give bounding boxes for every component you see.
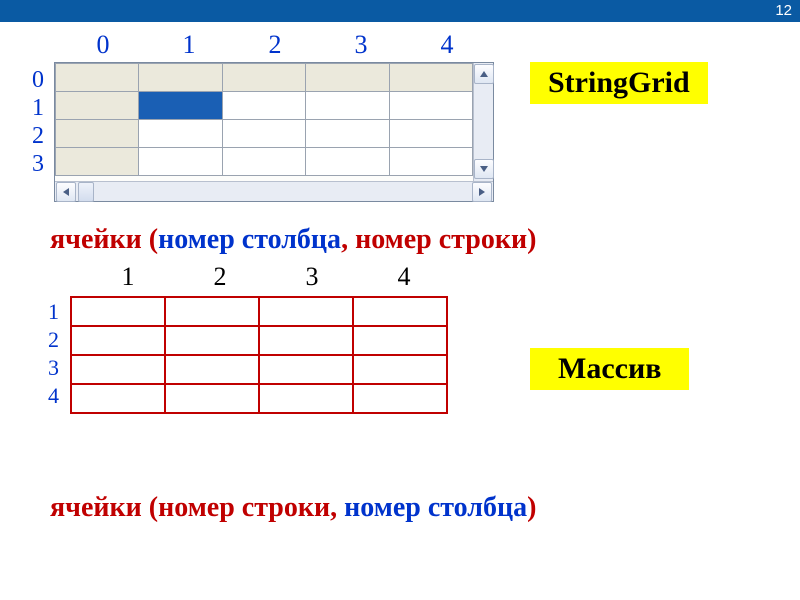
cell[interactable] — [389, 148, 472, 176]
row-label: 1 — [48, 298, 59, 326]
caption-text: номер столбца — [158, 224, 341, 255]
cell — [353, 355, 447, 384]
cell[interactable] — [139, 148, 222, 176]
cell[interactable] — [56, 92, 139, 120]
array-table-wrap — [70, 296, 448, 414]
cell[interactable] — [139, 120, 222, 148]
page-number: 12 — [775, 0, 792, 22]
header-bar: 12 — [0, 0, 800, 22]
cell[interactable] — [222, 148, 305, 176]
caption-text: ) — [527, 492, 536, 523]
cell-selected[interactable] — [139, 92, 222, 120]
cell — [353, 297, 447, 326]
stringgrid-label: StringGrid — [530, 62, 708, 104]
caption-text: , — [341, 224, 355, 255]
cell[interactable] — [56, 120, 139, 148]
row-label: 4 — [48, 382, 59, 410]
stringgrid-col-labels: 0 1 2 3 4 — [60, 30, 490, 60]
row-label: 2 — [32, 122, 44, 150]
row-label: 2 — [48, 326, 59, 354]
chevron-right-icon — [479, 188, 485, 196]
cell[interactable] — [389, 64, 472, 92]
stringgrid-body[interactable] — [55, 63, 473, 179]
cell[interactable] — [56, 64, 139, 92]
caption-text: номер строки — [355, 224, 527, 255]
cell — [71, 297, 165, 326]
cell — [259, 355, 353, 384]
caption-text: ячейки ( — [50, 492, 158, 523]
caption-text: ячейки ( — [50, 224, 158, 255]
caption-stringgrid: ячейки (номер столбца, номер строки) — [50, 224, 536, 256]
cell — [165, 384, 259, 413]
stringgrid-control[interactable] — [54, 62, 494, 202]
row-label: 3 — [32, 150, 44, 178]
col-label: 2 — [232, 30, 318, 60]
cell[interactable] — [306, 120, 389, 148]
caption-text: ) — [527, 224, 536, 255]
cell — [165, 297, 259, 326]
scrollbar-thumb[interactable] — [78, 182, 94, 202]
scroll-left-button[interactable] — [56, 182, 76, 202]
col-label: 0 — [60, 30, 146, 60]
horizontal-scrollbar[interactable] — [55, 181, 493, 201]
cell — [259, 326, 353, 355]
cell — [353, 326, 447, 355]
scroll-right-button[interactable] — [472, 182, 492, 202]
array-table — [70, 296, 448, 414]
cell — [71, 384, 165, 413]
scroll-down-button[interactable] — [474, 159, 494, 179]
caption-text: номер столбца — [344, 492, 527, 523]
cell[interactable] — [222, 64, 305, 92]
cell — [259, 297, 353, 326]
cell — [353, 384, 447, 413]
col-label: 1 — [82, 262, 174, 292]
cell[interactable] — [56, 148, 139, 176]
cell — [259, 384, 353, 413]
col-label: 4 — [358, 262, 450, 292]
col-label: 3 — [266, 262, 358, 292]
cell — [165, 326, 259, 355]
row-label: 1 — [32, 94, 44, 122]
chevron-up-icon — [480, 71, 488, 77]
stringgrid-table — [55, 63, 473, 176]
vertical-scrollbar[interactable] — [473, 63, 493, 181]
stringgrid-row-labels: 0 1 2 3 — [32, 66, 44, 178]
scroll-up-button[interactable] — [474, 64, 494, 84]
row-label: 0 — [32, 66, 44, 94]
array-row-labels: 1 2 3 4 — [48, 298, 59, 410]
array-col-labels: 1 2 3 4 — [82, 262, 450, 292]
cell[interactable] — [306, 148, 389, 176]
col-label: 1 — [146, 30, 232, 60]
cell[interactable] — [222, 92, 305, 120]
cell[interactable] — [139, 64, 222, 92]
cell[interactable] — [306, 92, 389, 120]
col-label: 2 — [174, 262, 266, 292]
row-label: 3 — [48, 354, 59, 382]
cell[interactable] — [306, 64, 389, 92]
cell — [71, 355, 165, 384]
caption-text: номер строки — [158, 492, 330, 523]
caption-text: , — [330, 492, 344, 523]
chevron-down-icon — [480, 166, 488, 172]
caption-array: ячейки (номер строки, номер столбца) — [50, 492, 536, 524]
cell[interactable] — [222, 120, 305, 148]
cell[interactable] — [389, 120, 472, 148]
cell[interactable] — [389, 92, 472, 120]
array-label: Массив — [530, 348, 689, 390]
cell — [165, 355, 259, 384]
col-label: 4 — [404, 30, 490, 60]
chevron-left-icon — [63, 188, 69, 196]
col-label: 3 — [318, 30, 404, 60]
cell — [71, 326, 165, 355]
